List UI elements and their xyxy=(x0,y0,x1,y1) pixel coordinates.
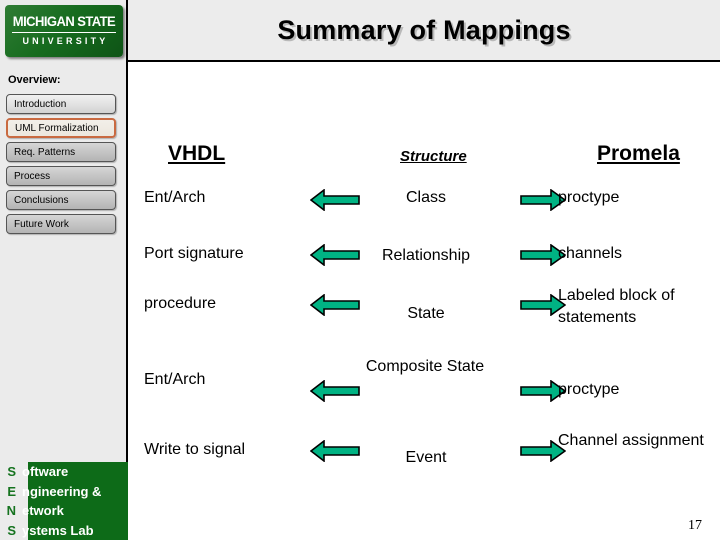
msu-logo-line1: MICHIGAN STATE xyxy=(12,13,116,29)
sens-initial: N xyxy=(6,503,16,519)
sens-row: S oftware xyxy=(0,462,128,482)
table-row: Ent/Arch Composite State proctype xyxy=(130,346,720,416)
cell-vhdl: procedure xyxy=(144,295,217,312)
sidebar-item-future-work[interactable]: Future Work xyxy=(6,214,116,234)
left-arrow-icon xyxy=(309,379,360,407)
cell-vhdl: Ent/Arch xyxy=(144,371,206,388)
overview-label: Overview: xyxy=(8,74,61,86)
sens-word: oftware xyxy=(22,464,69,480)
cell-promela: proctype xyxy=(558,381,620,398)
table-row: Write to signal Event Channel assignment xyxy=(130,416,720,486)
sidebar-item-req-patterns[interactable]: Req. Patterns xyxy=(6,142,116,162)
page-title-container: Summary of Mappings xyxy=(128,0,720,60)
sidebar-item-introduction[interactable]: Introduction xyxy=(6,94,116,114)
sidebar-item-label: Conclusions xyxy=(14,194,69,206)
column-header-vhdl: VHDL xyxy=(168,142,226,165)
sens-row: E ngineering & xyxy=(0,482,128,502)
cell-structure: Composite State xyxy=(365,358,485,375)
sens-initial: S xyxy=(7,522,16,538)
cell-structure: Class xyxy=(405,189,446,206)
sens-row: S ystems Lab xyxy=(0,521,128,540)
sens-lab-name: S oftware E ngineering & N etwork S yste… xyxy=(0,462,128,540)
cell-promela: proctype xyxy=(558,189,620,206)
sidebar-item-uml-formalization[interactable]: UML Formalization xyxy=(6,118,116,138)
sens-row: N etwork xyxy=(0,501,128,521)
cell-vhdl: Write to signal xyxy=(144,441,246,458)
table-row: procedure State Labeled block of stateme… xyxy=(130,282,720,346)
sidebar: MICHIGAN STATE UNIVERSITY Overview: Intr… xyxy=(0,0,128,540)
sidebar-item-label: Process xyxy=(14,170,51,182)
sidebar-item-label: UML Formalization xyxy=(15,122,99,134)
cell-structure: State xyxy=(407,305,445,322)
sidebar-item-label: Req. Patterns xyxy=(14,146,76,158)
cell-promela: Labeled block of statements xyxy=(558,287,675,326)
sens-word: etwork xyxy=(22,503,64,519)
table-row: Ent/Arch Class proctype xyxy=(130,180,720,234)
cell-promela: Channel assignment xyxy=(558,432,704,449)
cell-structure: Relationship xyxy=(381,247,471,264)
cell-structure: Event xyxy=(405,449,447,466)
cell-vhdl: Port signature xyxy=(144,245,244,262)
page-number: 17 xyxy=(688,518,702,533)
sens-word: ngineering & xyxy=(22,483,102,499)
table-row: Port signature Relationship channels xyxy=(130,234,720,282)
sens-initial: E xyxy=(7,483,16,499)
msu-logo: MICHIGAN STATE UNIVERSITY xyxy=(5,5,123,57)
mapping-table: VHDL Structure Promela Ent/Arch Class pr… xyxy=(130,64,720,540)
cell-promela: channels xyxy=(558,245,623,262)
column-header-promela: Promela xyxy=(597,142,680,165)
sidebar-item-label: Introduction xyxy=(14,98,67,110)
msu-logo-divider xyxy=(12,32,116,33)
sens-word: ystems Lab xyxy=(22,522,94,538)
sidebar-item-label: Future Work xyxy=(14,218,69,230)
cell-vhdl: Ent/Arch xyxy=(144,189,206,206)
sidebar-item-conclusions[interactable]: Conclusions xyxy=(6,190,116,210)
column-header-structure: Structure xyxy=(400,148,467,165)
sidebar-item-process[interactable]: Process xyxy=(6,166,116,186)
column-headers: VHDL Structure Promela xyxy=(130,140,720,170)
sens-initial: S xyxy=(7,464,16,480)
page-title: Summary of Mappings xyxy=(277,14,571,45)
msu-logo-line2: UNIVERSITY xyxy=(22,36,109,46)
sidebar-nav-list: Introduction UML Formalization Req. Patt… xyxy=(6,94,116,238)
